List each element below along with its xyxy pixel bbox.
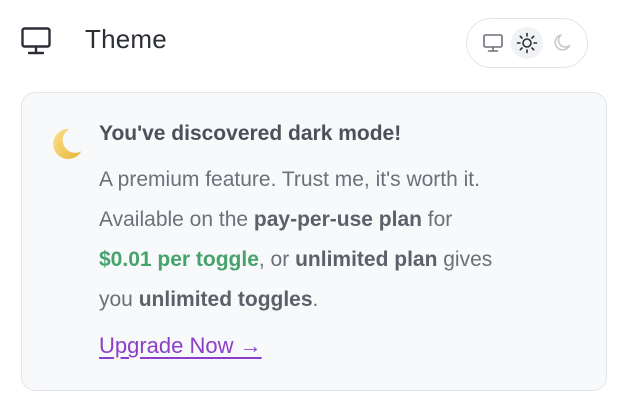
promo-text: Available on the xyxy=(99,208,254,231)
unlimited-toggles-text: unlimited toggles xyxy=(138,288,313,311)
page-title: Theme xyxy=(85,24,167,54)
moon-icon xyxy=(554,34,571,51)
theme-option-dark[interactable] xyxy=(547,27,579,59)
promo-text: gives xyxy=(437,248,493,271)
monitor-icon xyxy=(21,27,51,55)
price-text: $0.01 per toggle xyxy=(99,248,259,271)
unlimited-plan-text: unlimited plan xyxy=(295,248,438,271)
promo-description: A premium feature. Trust me, it's worth … xyxy=(99,160,589,320)
upgrade-now-link[interactable]: Upgrade Now → xyxy=(99,333,262,359)
promo-text: , or xyxy=(258,248,296,271)
theme-option-system[interactable] xyxy=(477,27,509,59)
promo-text: for xyxy=(421,208,453,231)
theme-switch xyxy=(466,18,588,68)
promo-line-1: A premium feature. Trust me, it's worth … xyxy=(99,168,480,191)
promo-heading: You've discovered dark mode! xyxy=(99,122,402,145)
pay-per-use-plan-text: pay-per-use plan xyxy=(253,208,422,231)
promo-text: you xyxy=(99,288,139,311)
crescent-moon-emoji-icon xyxy=(53,129,82,159)
monitor-icon xyxy=(483,34,503,52)
promo-text: . xyxy=(312,288,319,311)
sun-icon xyxy=(516,32,538,54)
theme-option-light[interactable] xyxy=(511,27,543,59)
